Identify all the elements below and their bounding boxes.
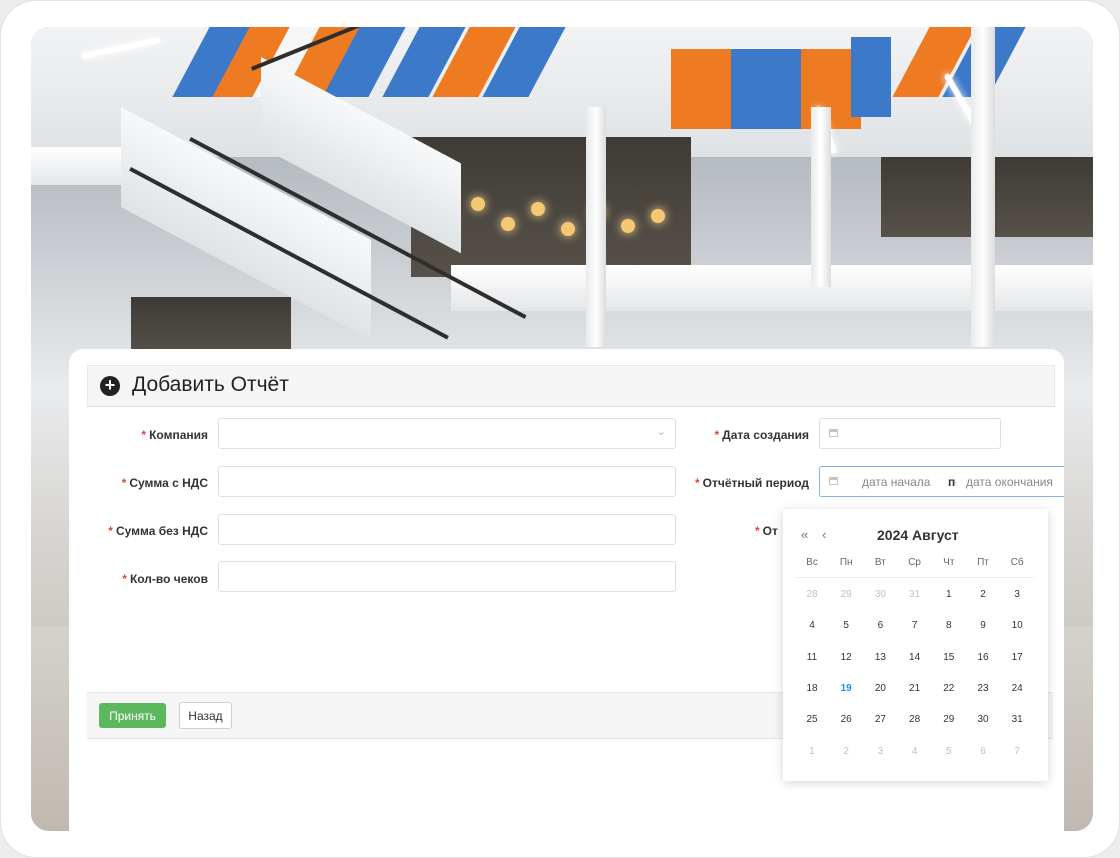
sum-vat-label: * Сумма с НДС — [121, 476, 208, 490]
sum-no-vat-label: * Сумма без НДС — [108, 524, 208, 538]
calendar-day[interactable]: 1 — [936, 589, 962, 600]
sum-no-vat-input[interactable] — [218, 514, 676, 545]
calendar-day[interactable]: 26 — [833, 714, 859, 725]
checks-count-input[interactable] — [218, 561, 676, 592]
created-date-label: * Дата создания — [714, 428, 809, 442]
period-end-input[interactable]: дата окончания — [966, 475, 1053, 489]
plus-circle-icon: + — [100, 376, 120, 396]
calendar-day[interactable]: 16 — [970, 652, 996, 663]
calendar-day[interactable]: 6 — [970, 746, 996, 757]
calendar-day[interactable]: 31 — [1004, 714, 1030, 725]
period-start-input[interactable]: дата начала — [862, 475, 930, 489]
truncated-label: * От — [755, 524, 778, 538]
calendar-day[interactable]: 24 — [1004, 683, 1030, 694]
prev-year-icon[interactable]: « — [801, 527, 808, 542]
form-header: + Добавить Отчёт — [87, 365, 1055, 407]
calendar-day[interactable]: 10 — [1004, 620, 1030, 631]
sum-vat-input[interactable] — [218, 466, 676, 497]
calendar-day[interactable]: 19 — [833, 683, 859, 694]
weekday-header: Чт — [943, 557, 955, 568]
calendar-day[interactable]: 8 — [936, 620, 962, 631]
add-report-form: + Добавить Отчёт * Компания * Сумма с НДС … — [69, 349, 1064, 833]
calendar-day[interactable]: 17 — [1004, 652, 1030, 663]
calendar-day[interactable]: 13 — [867, 652, 893, 663]
calendar-day[interactable]: 18 — [799, 683, 825, 694]
weekday-header: Ср — [908, 557, 921, 568]
back-button[interactable]: Назад — [179, 702, 232, 729]
calendar-day[interactable]: 28 — [902, 714, 928, 725]
weekday-header: Пн — [839, 557, 853, 568]
company-select[interactable]: ⌄ — [218, 418, 676, 449]
calendar-day[interactable]: 14 — [902, 652, 928, 663]
calendar-icon — [829, 429, 838, 437]
calendar-day[interactable]: 21 — [902, 683, 928, 694]
report-period-range[interactable]: дата начала по дата окончания — [819, 466, 1064, 497]
calendar-day[interactable]: 5 — [833, 620, 859, 631]
calendar-day[interactable]: 2 — [970, 589, 996, 600]
chevron-down-icon: ⌄ — [656, 426, 666, 438]
calendar-day[interactable]: 6 — [867, 620, 893, 631]
weekday-header: Пт — [977, 557, 989, 568]
report-period-label: * Отчётный период — [694, 476, 809, 490]
date-picker: « ‹ 2024 Август Вс Пн Вт Ср Чт Пт Сб 28 29 30 31 1 2… — [783, 509, 1048, 781]
created-date-input[interactable] — [819, 418, 1001, 449]
calendar-day[interactable]: 9 — [970, 620, 996, 631]
calendar-day[interactable]: 28 — [799, 589, 825, 600]
weekday-header: Сб — [1010, 557, 1024, 568]
calendar-day[interactable]: 22 — [936, 683, 962, 694]
weekday-header: Вс — [806, 557, 818, 568]
calendar-day[interactable]: 2 — [833, 746, 859, 757]
calendar-day[interactable]: 1 — [799, 746, 825, 757]
outer-card: + Добавить Отчёт * Компания * Сумма с НДС … — [0, 0, 1120, 858]
calendar-day[interactable]: 30 — [867, 589, 893, 600]
calendar-day[interactable]: 7 — [902, 620, 928, 631]
calendar-day[interactable]: 23 — [970, 683, 996, 694]
calendar-day[interactable]: 15 — [936, 652, 962, 663]
picker-month-title[interactable]: 2024 Август — [877, 527, 959, 543]
calendar-day[interactable]: 11 — [799, 652, 825, 663]
company-label: * Компания — [141, 428, 208, 442]
calendar-day[interactable]: 5 — [936, 746, 962, 757]
calendar-day[interactable]: 27 — [867, 714, 893, 725]
calendar-day[interactable]: 29 — [833, 589, 859, 600]
prev-month-icon[interactable]: ‹ — [822, 527, 826, 542]
calendar-day[interactable]: 12 — [833, 652, 859, 663]
calendar-day[interactable]: 25 — [799, 714, 825, 725]
calendar-day[interactable]: 31 — [902, 589, 928, 600]
calendar-day[interactable]: 20 — [867, 683, 893, 694]
calendar-icon — [829, 477, 838, 485]
calendar-day[interactable]: 3 — [1004, 589, 1030, 600]
calendar-day[interactable]: 30 — [970, 714, 996, 725]
calendar-day[interactable]: 4 — [902, 746, 928, 757]
page-title: Добавить Отчёт — [132, 373, 289, 396]
checks-count-label: * Кол-во чеков — [122, 572, 208, 586]
calendar-day[interactable]: 4 — [799, 620, 825, 631]
calendar-day[interactable]: 3 — [867, 746, 893, 757]
calendar-day[interactable]: 7 — [1004, 746, 1030, 757]
weekday-header: Вт — [874, 557, 886, 568]
range-separator: по — [948, 475, 956, 489]
submit-button[interactable]: Принять — [99, 703, 166, 728]
calendar-day[interactable]: 29 — [936, 714, 962, 725]
